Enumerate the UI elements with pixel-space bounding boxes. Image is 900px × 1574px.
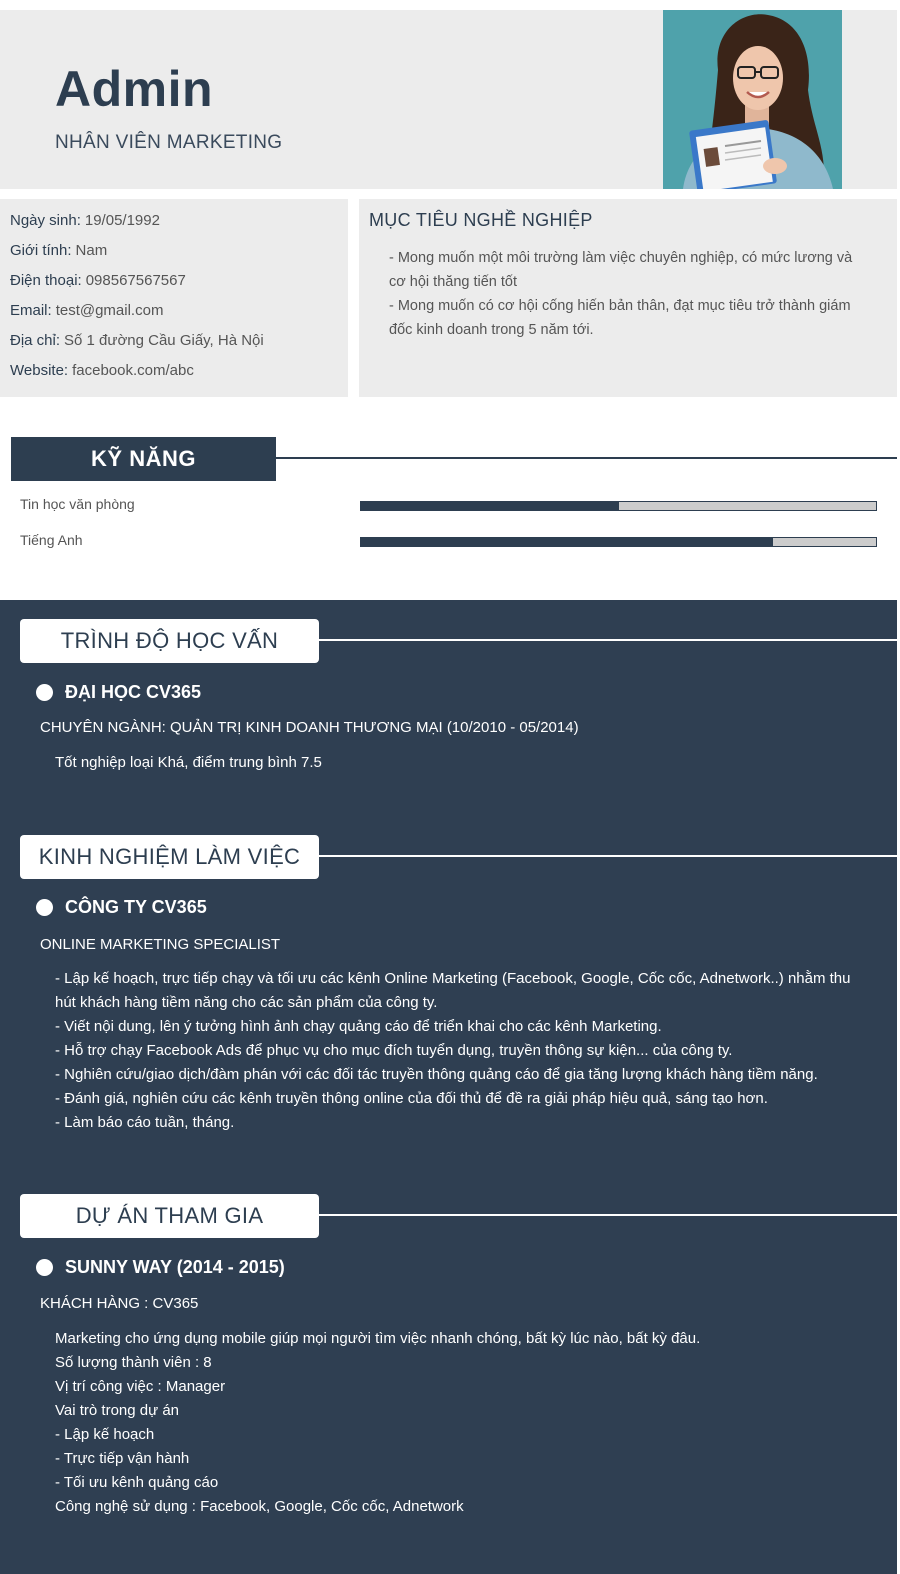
career-goal-text: - Mong muốn một môi trường làm việc chuy… (389, 246, 869, 342)
career-goal-line: - Mong muốn một môi trường làm việc chuy… (389, 250, 853, 290)
experience-line: - Đánh giá, nghiên cứu các kênh truyền t… (55, 1090, 768, 1107)
experience-line: - Làm báo cáo tuần, tháng. (55, 1114, 235, 1131)
project-line: - Trực tiếp vận hành (55, 1450, 190, 1467)
school-name: ĐẠI HỌC CV365 (65, 682, 202, 702)
info-birthdate: Ngày sinh: 19/05/1992 (10, 212, 160, 229)
education-desc: Tốt nghiệp loại Khá, điểm trung bình 7.5 (55, 754, 322, 771)
experience-line: - Nghiên cứu/giao dịch/đàm phán với các … (55, 1066, 818, 1083)
skill-bar (360, 501, 877, 511)
info-website: Website: facebook.com/abc (10, 362, 194, 379)
info-address: Địa chỉ: Số 1 đường Cầu Giấy, Hà Nội (10, 332, 264, 349)
bullet-icon (36, 1259, 53, 1276)
project-line: Số lượng thành viên : 8 (55, 1354, 212, 1371)
experience-line: - Lập kế hoạch, trực tiếp chạy và tối ưu… (55, 970, 851, 1011)
career-goal-title: MỤC TIÊU NGHỀ NGHIỆP (369, 210, 593, 230)
career-goal: MỤC TIÊU NGHỀ NGHIỆP - Mong muốn một môi… (359, 199, 897, 397)
project-line: - Tối ưu kênh quảng cáo (55, 1474, 219, 1491)
project-client: KHÁCH HÀNG : CV365 (40, 1295, 199, 1312)
projects-heading: DỰ ÁN THAM GIA (20, 1194, 319, 1238)
info-gender: Giới tính: Nam (10, 242, 108, 259)
projects-divider (319, 1214, 897, 1216)
project-name: SUNNY WAY (2014 - 2015) (65, 1257, 285, 1277)
project-line: Marketing cho ứng dụng mobile giúp mọi n… (55, 1330, 701, 1347)
project-desc: Marketing cho ứng dụng mobile giúp mọi n… (55, 1327, 855, 1519)
project-line: - Lập kế hoạch (55, 1426, 155, 1443)
project-line: Công nghệ sử dụng : Facebook, Google, Cố… (55, 1498, 464, 1515)
skill-bar (360, 537, 877, 547)
skill-fill (361, 502, 619, 510)
education-heading: TRÌNH ĐỘ HỌC VẤN (20, 619, 319, 663)
info-phone: Điện thoại: 098567567567 (10, 272, 186, 289)
education-major: CHUYÊN NGÀNH: QUẢN TRỊ KINH DOANH THƯƠNG… (40, 719, 579, 736)
experience-line: - Viết nội dung, lên ý tưởng hình ảnh ch… (55, 1018, 662, 1035)
experience-heading: KINH NGHIỆM LÀM VIỆC (20, 835, 319, 879)
skills-divider (276, 457, 897, 459)
experience-divider (319, 855, 897, 857)
experience-line: - Hỗ trợ chạy Facebook Ads để phục vụ ch… (55, 1042, 733, 1059)
skill-name: Tiếng Anh (20, 532, 83, 548)
education-divider (319, 639, 897, 641)
personal-info: Ngày sinh: 19/05/1992 Giới tính: Nam Điện … (0, 199, 348, 397)
bullet-icon (36, 899, 53, 916)
profile-photo (663, 10, 842, 189)
career-goal-line: - Mong muốn có cơ hội cống hiến bản thân… (389, 298, 851, 338)
candidate-name: Admin (55, 61, 214, 117)
project-line: Vai trò trong dự án (55, 1402, 179, 1419)
candidate-title: NHÂN VIÊN MARKETING (55, 132, 283, 153)
skills-heading: KỸ NĂNG (11, 437, 276, 481)
experience-position: ONLINE MARKETING SPECIALIST (40, 936, 281, 953)
skill-name: Tin học văn phòng (20, 496, 135, 512)
project-line: Vị trí công việc : Manager (55, 1378, 226, 1395)
bullet-icon (36, 684, 53, 701)
info-email: Email: test@gmail.com (10, 302, 164, 319)
company-name: CÔNG TY CV365 (65, 897, 207, 917)
skill-fill (361, 538, 773, 546)
experience-desc: - Lập kế hoạch, trực tiếp chạy và tối ưu… (55, 967, 855, 1135)
